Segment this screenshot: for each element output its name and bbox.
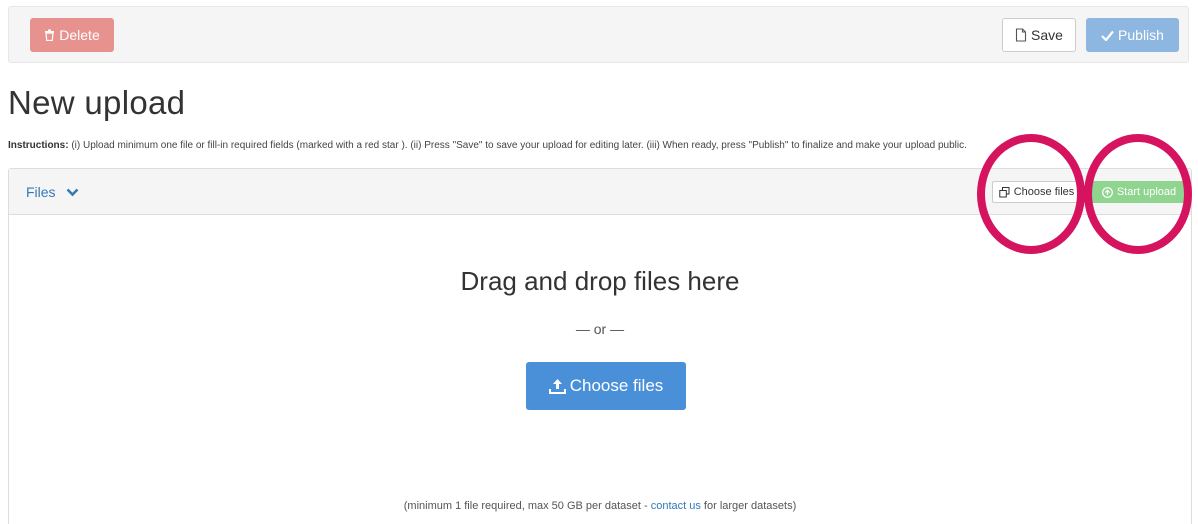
instructions-body: (i) Upload minimum one file or fill-in r… [71, 140, 967, 151]
check-icon [1101, 30, 1114, 41]
files-panel: Files Choose files Start upload Drag and… [8, 168, 1192, 524]
start-upload-button[interactable]: Start upload [1091, 181, 1187, 203]
choose-files-button[interactable]: Choose files [526, 362, 686, 410]
footnote-prefix: (minimum 1 file required, max 50 GB per … [403, 500, 651, 512]
drop-zone-or: — or — [575, 321, 625, 337]
choose-files-button-small[interactable]: Choose files [992, 181, 1081, 203]
publish-button-label: Publish [1118, 27, 1164, 43]
start-upload-label: Start upload [1116, 186, 1177, 198]
drop-zone-title: Drag and drop files here [460, 266, 740, 296]
copy-icon [999, 186, 1010, 197]
files-tab-label: Files [26, 184, 56, 200]
delete-button-label: Delete [59, 27, 100, 43]
save-button-label: Save [1031, 27, 1063, 43]
instructions-text: Instructions: (i) Upload minimum one fil… [8, 140, 1193, 151]
upload-icon [548, 379, 566, 394]
page-title: New upload [8, 84, 186, 121]
document-icon [1015, 28, 1027, 42]
top-toolbar: Delete Save Publish [8, 6, 1189, 63]
choose-files-big-label: Choose files [569, 376, 664, 395]
chevron-down-icon [66, 188, 78, 196]
delete-button[interactable]: Delete [30, 18, 114, 52]
upload-limit-note: (minimum 1 file required, max 50 GB per … [9, 500, 1191, 512]
choose-files-small-label: Choose files [1013, 186, 1075, 198]
publish-button[interactable]: Publish [1086, 18, 1179, 52]
save-button[interactable]: Save [1002, 18, 1076, 52]
instructions-label: Instructions: [8, 140, 69, 151]
files-tab-toggle[interactable]: Files [26, 184, 79, 200]
upload-circle-icon [1101, 186, 1113, 198]
trash-icon [45, 29, 55, 41]
footnote-suffix: for larger datasets) [700, 500, 797, 512]
files-panel-heading: Files Choose files Start upload [9, 169, 1191, 215]
contact-us-link[interactable]: contact us [651, 500, 701, 512]
